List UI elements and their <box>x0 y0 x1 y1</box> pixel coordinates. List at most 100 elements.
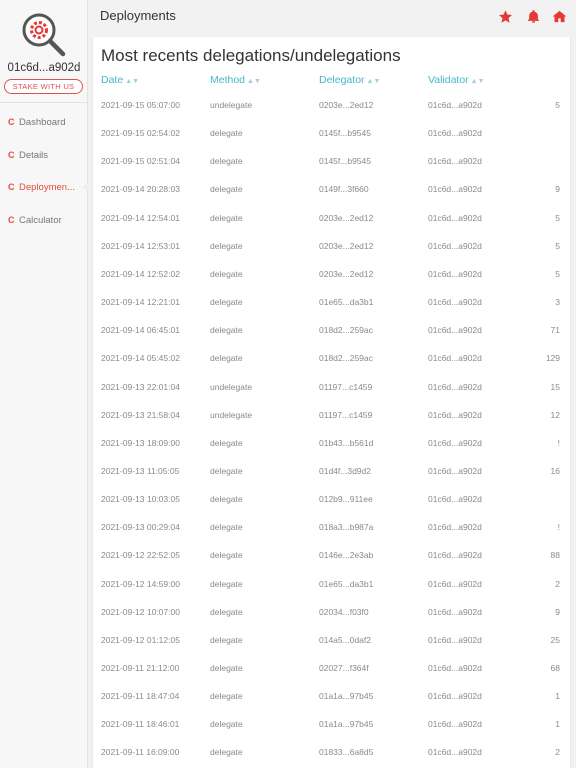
amount-cell: 1 <box>555 691 560 702</box>
delegator-cell: 02034...f03f0 <box>319 606 369 617</box>
method-cell: delegate <box>210 550 243 561</box>
delegator-cell: 0203e...2ed12 <box>319 100 374 110</box>
date-cell: 2021-09-13 10:03:05 <box>101 494 180 505</box>
table-row[interactable]: 2021-09-11 18:46:01 delegate 01a1a...97b45… <box>93 718 570 746</box>
validator-cell: 01c6d...a902d <box>428 719 482 730</box>
delegator-cell: 01b43...b561d <box>319 437 374 448</box>
sidebar-item-deployments[interactable]: C Deploymen... <box>0 175 88 199</box>
validator-cell: 01c6d...a902d <box>428 212 482 223</box>
sidebar-item-calculator[interactable]: C Calculator <box>0 208 88 232</box>
amount-cell: 3 <box>555 297 560 308</box>
table-row[interactable]: 2021-09-13 22:01:04 undelegate 01197...c14… <box>93 381 570 409</box>
table-row[interactable]: 2021-09-12 22:52:05 delegate 0146e...2e3ab… <box>93 549 570 577</box>
table-row[interactable]: 2021-09-14 12:54:01 delegate 0203e...2ed12… <box>93 212 570 240</box>
date-cell: 2021-09-14 06:45:01 <box>101 325 180 336</box>
delegator-cell: 01197...c1459 <box>319 409 373 420</box>
method-cell: delegate <box>210 691 243 702</box>
validator-cell: 01c6d...a902d <box>428 128 482 139</box>
bell-icon[interactable] <box>526 9 541 24</box>
table-row[interactable]: 2021-09-13 00:29:04 delegate 018a3...b987a… <box>93 521 570 549</box>
method-cell: delegate <box>210 634 243 645</box>
cspr-icon: C <box>8 182 15 192</box>
date-cell: 2021-09-12 14:59:00 <box>101 578 180 589</box>
delegator-cell: 0145f...b9545 <box>319 156 371 167</box>
amount-cell: 5 <box>555 240 560 251</box>
sidebar-divider <box>0 102 88 103</box>
date-cell: 2021-09-11 16:09:00 <box>101 747 180 758</box>
table-row[interactable]: 2021-09-15 02:51:04 delegate 0145f...b9545… <box>93 155 570 183</box>
card-title: Most recents delegations/undelegations <box>101 46 401 65</box>
date-cell: 2021-09-14 12:52:02 <box>101 268 180 279</box>
validator-cell: 01c6d...a902d <box>428 494 482 505</box>
delegator-cell: 012b9...911ee <box>319 494 373 505</box>
amount-cell: 12 <box>550 409 560 420</box>
date-cell: 2021-09-13 11:05:05 <box>101 465 180 476</box>
sidebar-item-label: Calculator <box>19 214 62 226</box>
validator-cell: 01c6d...a902d <box>428 381 482 392</box>
date-cell: 2021-09-14 12:53:01 <box>101 240 180 251</box>
amount-cell: 15 <box>550 381 560 392</box>
sidebar-item-dashboard[interactable]: C Dashboard <box>0 110 88 134</box>
table-row[interactable]: 2021-09-14 12:53:01 delegate 0203e...2ed12… <box>93 240 570 268</box>
table-row[interactable]: 2021-09-11 16:09:00 delegate 01833...6a8d5… <box>93 746 570 768</box>
method-cell: delegate <box>210 606 243 617</box>
table-row[interactable]: 2021-09-12 14:59:00 delegate 01e65...da3b1… <box>93 578 570 606</box>
validator-cell: 01c6d...a902d <box>428 634 482 645</box>
table-row[interactable]: 2021-09-14 20:28:03 delegate 0149f...3f660… <box>93 183 570 211</box>
amount-cell: ! <box>557 437 560 448</box>
column-header-delegator[interactable]: Delegator ▲▼ <box>319 74 380 86</box>
table-row[interactable]: 2021-09-11 18:47:04 delegate 01a1a...97b45… <box>93 690 570 718</box>
home-icon[interactable] <box>552 9 567 24</box>
delegator-cell: 0149f...3f660 <box>319 184 369 195</box>
amount-cell: 1 <box>555 719 560 730</box>
delegator-cell: 0203e...2ed12 <box>319 212 374 223</box>
logo-magnifier-icon <box>22 13 66 57</box>
stake-with-us-button[interactable]: STAKE WITH US <box>4 79 83 94</box>
delegator-cell: 0203e...2ed12 <box>319 240 374 251</box>
table-row[interactable]: 2021-09-15 05:07:00 undelegate 0203e...2ed… <box>93 99 570 127</box>
table-row[interactable]: 2021-09-14 05:45:02 delegate 018d2...259ac… <box>93 352 570 380</box>
column-header-method[interactable]: Method ▲▼ <box>210 74 261 86</box>
table-row[interactable]: 2021-09-13 10:03:05 delegate 012b9...911ee… <box>93 493 570 521</box>
table-row[interactable]: 2021-09-14 12:21:01 delegate 01e65...da3b1… <box>93 296 570 324</box>
amount-cell: 129 <box>545 353 560 364</box>
table-row[interactable]: 2021-09-13 11:05:05 delegate 01d4f...3d9d2… <box>93 465 570 493</box>
table-row[interactable]: 2021-09-13 21:58:04 undelegate 01197...c14… <box>93 409 570 437</box>
table-row[interactable]: 2021-09-13 18:09:00 delegate 01b43...b561d… <box>93 437 570 465</box>
method-cell: delegate <box>210 522 243 533</box>
validator-cell: 01c6d...a902d <box>428 297 482 308</box>
method-cell: delegate <box>210 212 243 223</box>
amount-cell: 68 <box>550 663 560 673</box>
validator-cell: 01c6d...a902d <box>428 156 482 167</box>
cspr-icon: C <box>8 150 15 160</box>
delegator-cell: 01a1a...97b45 <box>319 691 374 702</box>
table-row[interactable]: 2021-09-12 10:07:00 delegate 02034...f03f0… <box>93 606 570 634</box>
date-cell: 2021-09-12 22:52:05 <box>101 550 180 561</box>
sort-icon: ▲▼ <box>366 78 381 85</box>
validator-cell: 01c6d...a902d <box>428 437 482 448</box>
delegator-cell: 01a1a...97b45 <box>319 719 374 730</box>
column-header-date[interactable]: Date ▲▼ <box>101 74 139 86</box>
amount-cell: 5 <box>555 100 560 110</box>
column-header-validator[interactable]: Validator ▲▼ <box>428 74 485 86</box>
validator-cell: 01c6d...a902d <box>428 184 482 195</box>
active-indicator <box>83 182 88 192</box>
star-icon[interactable] <box>498 9 513 24</box>
table-row[interactable]: 2021-09-14 06:45:01 delegate 018d2...259ac… <box>93 324 570 352</box>
date-cell: 2021-09-11 21:12:00 <box>101 663 180 673</box>
sidebar-item-details[interactable]: C Details <box>0 143 88 167</box>
validator-cell: 01c6d...a902d <box>428 325 482 336</box>
method-cell: delegate <box>210 465 243 476</box>
amount-cell: 5 <box>555 212 560 223</box>
sort-icon: ▲▼ <box>470 78 485 85</box>
table-row[interactable]: 2021-09-15 02:54:02 delegate 0145f...b9545… <box>93 127 570 155</box>
table-row[interactable]: 2021-09-11 21:12:00 delegate 02027...f364f… <box>93 662 570 690</box>
amount-cell: 9 <box>555 184 560 195</box>
table-row[interactable]: 2021-09-12 01:12:05 delegate 014a5...0daf2… <box>93 634 570 662</box>
delegator-cell: 018a3...b987a <box>319 522 374 533</box>
delegator-cell: 018d2...259ac <box>319 325 373 336</box>
date-cell: 2021-09-14 12:21:01 <box>101 297 180 308</box>
amount-cell: 25 <box>550 634 560 645</box>
table-row[interactable]: 2021-09-14 12:52:02 delegate 0203e...2ed12… <box>93 268 570 296</box>
date-cell: 2021-09-13 18:09:00 <box>101 437 180 448</box>
